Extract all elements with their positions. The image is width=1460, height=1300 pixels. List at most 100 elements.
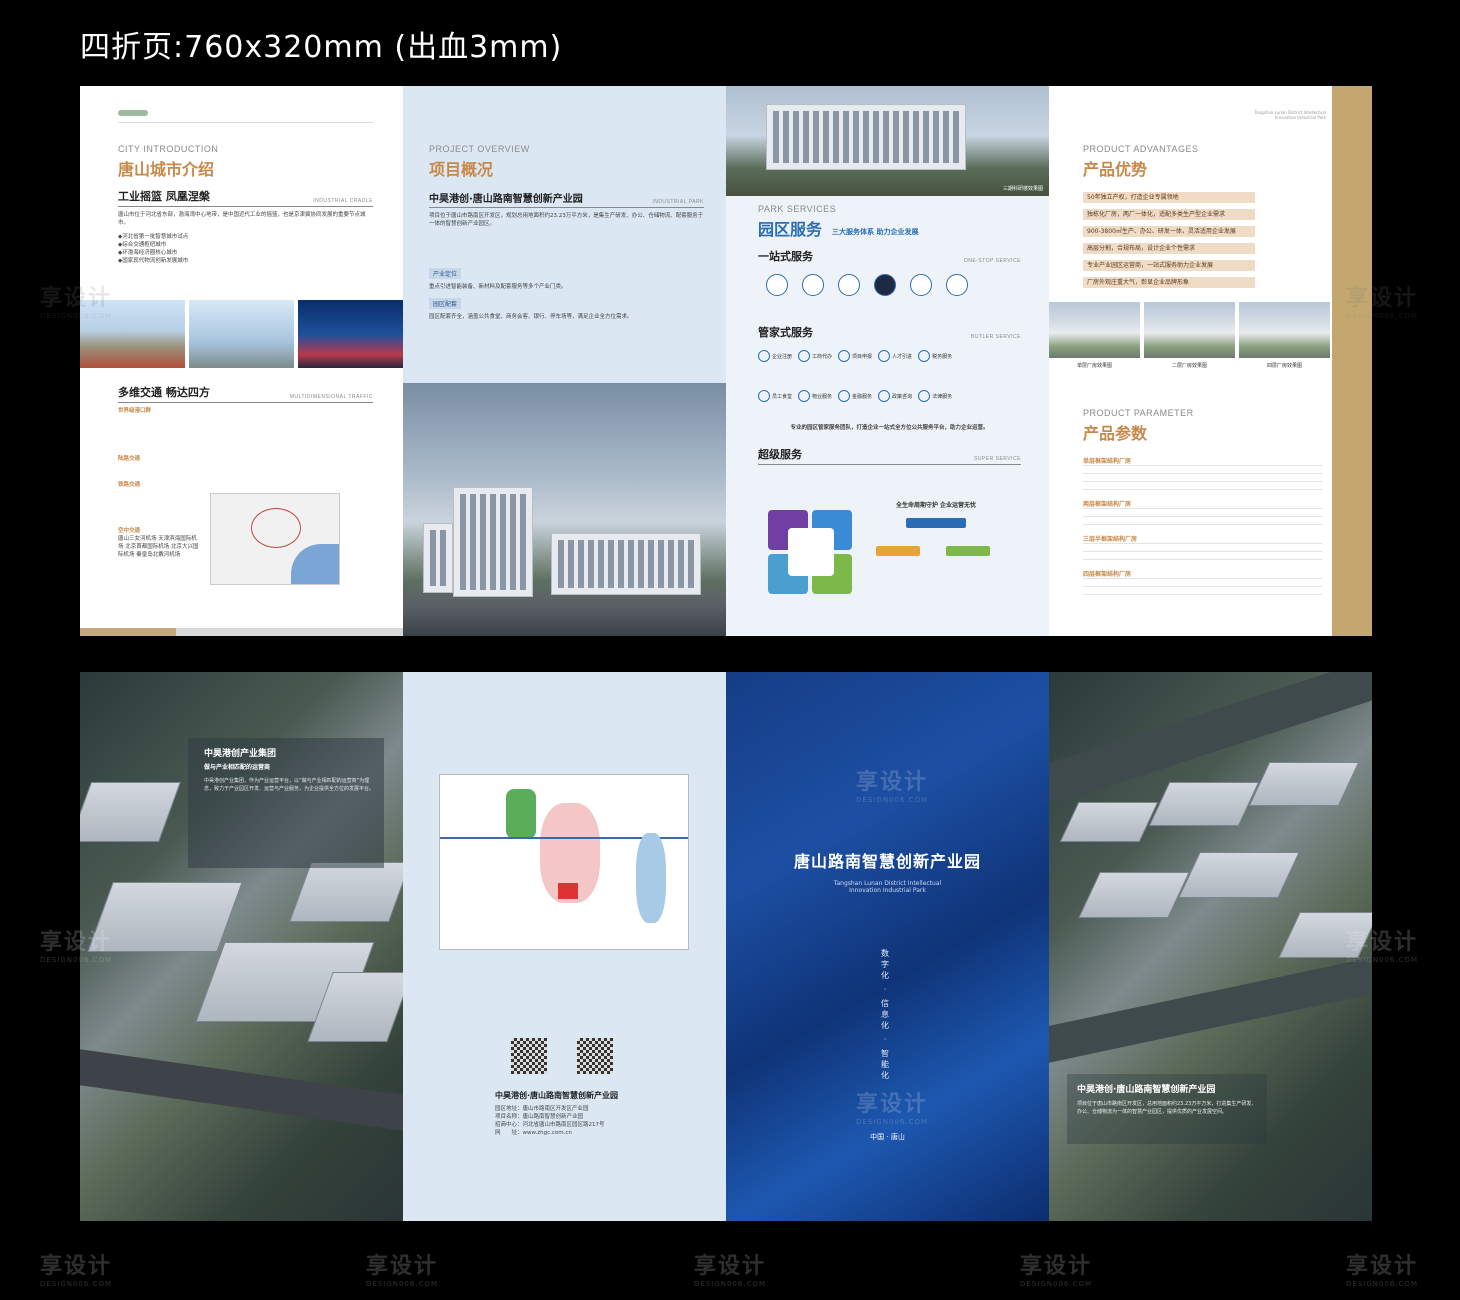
param-text: [1083, 465, 1322, 495]
brochure-inside-spread: CITY INTRODUCTION 唐山城市介绍 工业摇篮 凤凰涅槃 INDUS…: [80, 86, 1373, 636]
flow-step: [946, 546, 990, 556]
contact-line: 项目名称：唐山路南智慧创新产业园: [495, 1114, 584, 1120]
list-item: ◆综合交通枢纽城市: [118, 242, 167, 248]
building-roof: [1178, 852, 1300, 898]
service-label: 企业注册: [772, 353, 793, 360]
road: [1049, 954, 1372, 1066]
location-map: [210, 493, 340, 585]
lifecycle-flow: 全生命周期守护 企业运营无忧: [876, 500, 996, 580]
building-roof: [1078, 872, 1190, 918]
product-photo: [1049, 302, 1140, 358]
section-title: 项目概况: [429, 160, 494, 179]
circle-icon: [918, 350, 931, 362]
body-text: 唐山市位于河北省东部，渤海湾中心地带，是中国近代工业的摇篮，也是京津冀协同发展的…: [118, 212, 366, 226]
butler-services: 员工食堂 物业服务 金融服务 政策咨询 法律服务: [758, 390, 1021, 402]
building-roof: [1278, 912, 1372, 958]
corner-note: Tangshan Lunan District Intellectual Inn…: [1254, 110, 1326, 120]
section-en-title: PRODUCT PARAMETER: [1083, 408, 1194, 418]
footer-accent: [80, 628, 176, 636]
service-item: 金融服务: [838, 390, 872, 402]
brand-logo: [118, 110, 148, 116]
building: [453, 487, 533, 597]
circle-icon: [918, 390, 931, 402]
windows: [430, 530, 446, 586]
qr-code[interactable]: [511, 1038, 547, 1074]
panel-park-aerial: 中昊港创·唐山路南智慧创新产业园 项目位于唐山市路南区开发区，总用地面积约23.…: [1049, 672, 1372, 1221]
section-en-title: PRODUCT ADVANTAGES: [1083, 144, 1199, 154]
park-info-box: 中昊港创·唐山路南智慧创新产业园 项目位于唐山市路南区开发区，总用地面积约23.…: [1067, 1074, 1267, 1144]
diagram-center: [788, 528, 834, 576]
location-map: [439, 774, 689, 950]
sea-area: [291, 544, 339, 584]
list-item: ◆环渤海经济圈核心城市: [118, 250, 178, 256]
accent-bar: [1332, 86, 1372, 636]
subheading-en: ONE-STOP SERVICE: [963, 258, 1021, 264]
contact-line: 招商中心：河北省唐山市路南区园区路217号: [495, 1122, 605, 1128]
flow-step: [906, 518, 966, 528]
building-roof: [1248, 762, 1360, 806]
tag-label: 园区配套: [429, 298, 462, 309]
bullet-list: ◆河北省第一批智慧城市试点 ◆综合交通枢纽城市 ◆环渤海经济圈核心城市 ◆国家现…: [118, 233, 373, 265]
footer-bar: [80, 628, 403, 636]
watermark: 享设计DESIGN006.COM: [366, 1254, 439, 1288]
park-text: 项目位于唐山市路南区开发区，总用地面积约23.23万平方米，打造集生产研发、办公…: [1077, 1101, 1257, 1115]
road: [80, 1049, 403, 1131]
building-roof: [1148, 782, 1260, 826]
photo-caption: 单层厂房效果图: [1076, 363, 1112, 369]
city-photo: [80, 300, 185, 368]
circle-icon: [878, 390, 891, 402]
district-area: [636, 833, 666, 923]
service-label: 工商代办: [812, 353, 833, 360]
panel-product: Tangshan Lunan District Intellectual Inn…: [1049, 86, 1372, 636]
service-label: 法律服务: [932, 393, 953, 400]
service-item: 工商代办: [798, 350, 832, 362]
service-icons: [766, 274, 1021, 296]
product-card: 单层厂房效果图: [1049, 302, 1140, 369]
section-title: 产品优势: [1083, 160, 1148, 179]
subheading-en: BUTLER SERVICE: [971, 334, 1021, 340]
subheading-en: MULTIDIMENSIONAL TRAFFIC: [289, 394, 373, 400]
panel-company: 中昊港创产业集团 做与产业相匹配的运营商 中昊港创产业集团，作为产业运营平台，以…: [80, 672, 403, 1221]
contact-line: 网 址：www.zhgc.com.cn: [495, 1130, 572, 1136]
panel-city-intro: CITY INTRODUCTION 唐山城市介绍 工业摇篮 凤凰涅槃 INDUS…: [80, 86, 403, 636]
park-photo: 三期科研楼效果图: [726, 86, 1049, 196]
advantage-item: 900-3800㎡生产、办公、研发一体，灵活适用企业发展: [1083, 226, 1255, 237]
circle-icon: [758, 350, 770, 362]
subheading: 工业摇篮 凤凰涅槃: [118, 190, 210, 203]
flow-title: 全生命周期守护 企业运营无忧: [895, 502, 977, 509]
company-info-box: 中昊港创产业集团 做与产业相匹配的运营商 中昊港创产业集团，作为产业运营平台，以…: [188, 738, 384, 868]
circle-icon: [838, 390, 851, 402]
building-rendering: [403, 383, 726, 636]
param-heading: 两层框架结构厂房: [1083, 501, 1132, 508]
service-item: 政策咨询: [878, 390, 912, 402]
service-icon: [874, 274, 896, 296]
service-label: 政策咨询: [892, 393, 913, 400]
product-card: 四层厂房效果图: [1239, 302, 1330, 369]
divider: [429, 207, 704, 208]
company-text: 中昊港创产业集团，作为产业运营平台，以“做与产业相匹配的运营商”为理念，致力于产…: [204, 778, 375, 792]
divider: [118, 122, 373, 123]
circle-icon: [798, 390, 811, 402]
advantage-item: 专业产业园区运营商，一站式服务助力企业发展: [1083, 260, 1255, 271]
qr-code[interactable]: [577, 1038, 613, 1074]
factory-roof: [80, 782, 181, 842]
service-item: 人才引进: [878, 350, 912, 362]
butler-services: 企业注册 工商代办 项目申报 人才引进 税务服务: [758, 350, 1021, 362]
tagline: 三大服务体系 助力企业发展: [832, 228, 919, 236]
product-photos: 单层厂房效果图 二层厂房效果图 四层厂房效果图: [1049, 302, 1330, 369]
green-area: [506, 789, 536, 839]
body-text: 项目位于唐山市路南区开发区，规划总用地面积约23.23万平方米，是集生产研发、办…: [429, 213, 704, 227]
divider: [118, 206, 373, 207]
contact-title: 中昊港创·唐山路南智慧创新产业园: [495, 1091, 619, 1100]
watermark: 享设计DESIGN006.COM: [694, 1254, 767, 1288]
advantage-item: 50年独立产权，打造企业专属领地: [1083, 192, 1255, 203]
tag-label: 产业定位: [429, 268, 462, 279]
advantage-item: 厂房外观庄重大气，彰显企业品牌形象: [1083, 277, 1255, 288]
watermark: 享设计DESIGN006.COM: [1346, 1254, 1419, 1288]
watermark: 享设计DESIGN006.COM: [40, 1254, 113, 1288]
building: [423, 523, 453, 593]
param-heading: 三层半框架结构厂房: [1083, 536, 1138, 543]
contact-line: 园区地址：唐山市路南区开发区产业园: [495, 1106, 589, 1112]
service-icon: [910, 274, 932, 296]
service-diagram: [768, 510, 854, 594]
